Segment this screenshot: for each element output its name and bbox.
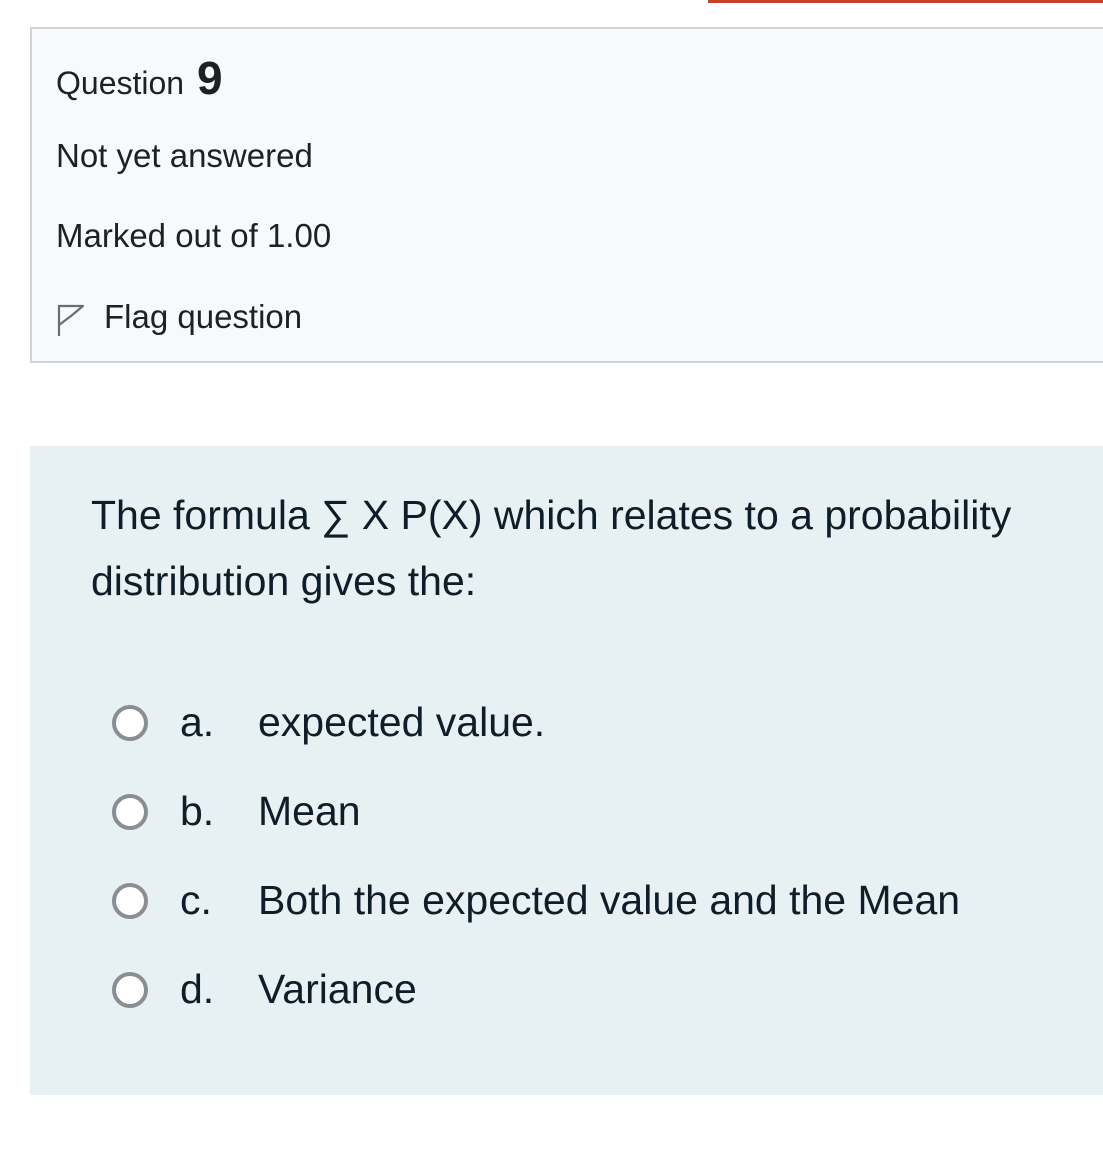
question-text: The formula ∑ X P(X) which relates to a … bbox=[91, 492, 1012, 604]
answer-list: a. expected value. b. Mean c. Both the e… bbox=[112, 678, 960, 1034]
answer-radio-d[interactable] bbox=[112, 971, 148, 1008]
answer-option-b[interactable]: b. Mean bbox=[112, 767, 361, 856]
question-title: Question 9 bbox=[56, 55, 223, 101]
flag-question-link[interactable]: Flag question bbox=[56, 295, 302, 337]
question-number: 9 bbox=[196, 52, 223, 104]
answer-label[interactable]: Mean bbox=[258, 788, 361, 835]
answer-radio-a[interactable] bbox=[112, 704, 148, 741]
flag-question-label: Flag question bbox=[104, 297, 303, 335]
answer-option-c[interactable]: c. Both the expected value and the Mean bbox=[112, 856, 960, 945]
answer-label[interactable]: expected value. bbox=[258, 699, 545, 746]
answer-option-d[interactable]: d. Variance bbox=[112, 945, 417, 1034]
question-label: Question bbox=[56, 65, 185, 101]
question-info-panel: Question 9 Not yet answered Marked out o… bbox=[30, 27, 1103, 363]
answer-label[interactable]: Both the expected value and the Mean bbox=[258, 877, 960, 924]
question-grade: Marked out of 1.00 bbox=[56, 217, 332, 254]
question-state: Not yet answered bbox=[56, 137, 313, 174]
answer-letter: b. bbox=[180, 788, 215, 834]
answer-letter: d. bbox=[180, 966, 215, 1012]
answer-label[interactable]: Variance bbox=[258, 966, 417, 1013]
answer-letter: c. bbox=[180, 877, 212, 923]
answer-option-a[interactable]: a. expected value. bbox=[112, 678, 545, 767]
answer-letter: a. bbox=[180, 699, 215, 745]
question-content-panel: The formula ∑ X P(X) which relates to a … bbox=[30, 446, 1103, 1095]
answer-radio-b[interactable] bbox=[112, 793, 148, 830]
answer-radio-c[interactable] bbox=[112, 882, 148, 919]
flag-outline-icon bbox=[57, 304, 85, 336]
top-accent-bar bbox=[708, 0, 1103, 3]
